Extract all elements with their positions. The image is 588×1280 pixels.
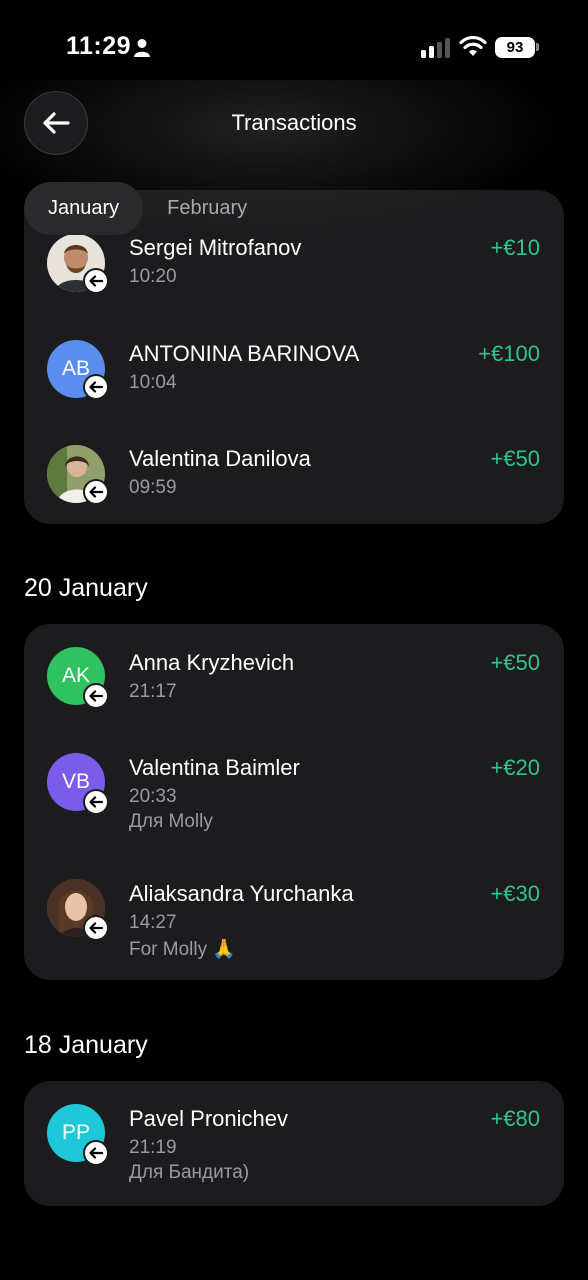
- transaction-amount: +€20: [490, 755, 540, 780]
- transaction-amount: +€50: [490, 446, 540, 471]
- arrow-left-icon: [89, 381, 103, 393]
- transaction-amount: +€30: [490, 881, 540, 906]
- incoming-arrow-badge: [83, 789, 109, 815]
- transaction-row[interactable]: Valentina Danilova 09:59 +€50: [24, 427, 564, 533]
- month-tabs: January February: [24, 182, 271, 235]
- transactions-card: AK Anna Kryzhevich 21:17 +€50 VB Valenti…: [24, 624, 564, 980]
- tab-january[interactable]: January: [24, 182, 144, 235]
- arrow-left-icon: [89, 486, 103, 498]
- transaction-row[interactable]: PP Pavel Pronichev 21:19 Для Бандита) +€…: [24, 1081, 564, 1206]
- incoming-arrow-badge: [83, 1140, 109, 1166]
- transaction-note: For Molly 🙏: [129, 939, 237, 960]
- date-header: 20 January: [24, 574, 148, 602]
- tab-february[interactable]: February: [143, 182, 271, 235]
- transaction-row[interactable]: VB Valentina Baimler 20:33 Для Molly +€2…: [24, 730, 564, 856]
- arrow-left-icon: [89, 275, 103, 287]
- transactions-card: PP Pavel Pronichev 21:19 Для Бандита) +€…: [24, 1081, 564, 1206]
- sender-name: Pavel Pronichev: [129, 1106, 288, 1131]
- transaction-amount: +€50: [490, 650, 540, 675]
- transaction-note: Для Molly: [129, 811, 213, 832]
- transaction-time: 10:04: [129, 372, 177, 393]
- cellular-signal-icon: [421, 38, 450, 58]
- transaction-time: 21:19: [129, 1137, 177, 1158]
- arrow-left-icon: [89, 1147, 103, 1159]
- arrow-left-icon: [89, 796, 103, 808]
- arrow-left-icon: [89, 690, 103, 702]
- person-icon: [134, 39, 150, 57]
- incoming-arrow-badge: [83, 479, 109, 505]
- transaction-time: 14:27: [129, 912, 177, 933]
- transaction-amount: +€100: [478, 341, 540, 366]
- sender-name: Valentina Danilova: [129, 446, 311, 471]
- sender-name: Aliaksandra Yurchanka: [129, 881, 354, 906]
- status-bar: 11:29 93: [0, 0, 588, 92]
- battery-tip: [536, 43, 539, 51]
- date-header: 18 January: [24, 1031, 148, 1059]
- transaction-row[interactable]: AK Anna Kryzhevich 21:17 +€50: [24, 624, 564, 730]
- transaction-time: 21:17: [129, 681, 177, 702]
- transactions-screen: 11:29 93 Transactions January February S…: [0, 0, 588, 1280]
- transaction-row[interactable]: Aliaksandra Yurchanka 14:27 For Molly 🙏 …: [24, 856, 564, 980]
- incoming-arrow-badge: [83, 374, 109, 400]
- status-time: 11:29: [66, 32, 132, 60]
- transaction-time: 09:59: [129, 477, 177, 498]
- transaction-note: Для Бандита): [129, 1162, 250, 1183]
- wifi-icon: [459, 36, 487, 56]
- sender-name: ANTONINA BARINOVA: [129, 341, 360, 366]
- sender-name: Anna Kryzhevich: [129, 650, 295, 675]
- page-title: Transactions: [231, 110, 357, 135]
- transaction-time: 10:20: [129, 266, 177, 287]
- arrow-left-icon: [89, 922, 103, 934]
- incoming-arrow-badge: [83, 268, 109, 294]
- transaction-amount: +€80: [490, 1106, 540, 1131]
- transaction-time: 20:33: [129, 786, 177, 807]
- incoming-arrow-badge: [83, 915, 109, 941]
- battery-indicator: 93: [495, 37, 535, 58]
- transaction-row[interactable]: AB ANTONINA BARINOVA 10:04 +€100: [24, 322, 564, 428]
- incoming-arrow-badge: [83, 683, 109, 709]
- transactions-card: Sergei Mitrofanov 10:20 +€10 AB ANTONINA…: [24, 190, 564, 524]
- sender-name: Valentina Baimler: [129, 755, 300, 780]
